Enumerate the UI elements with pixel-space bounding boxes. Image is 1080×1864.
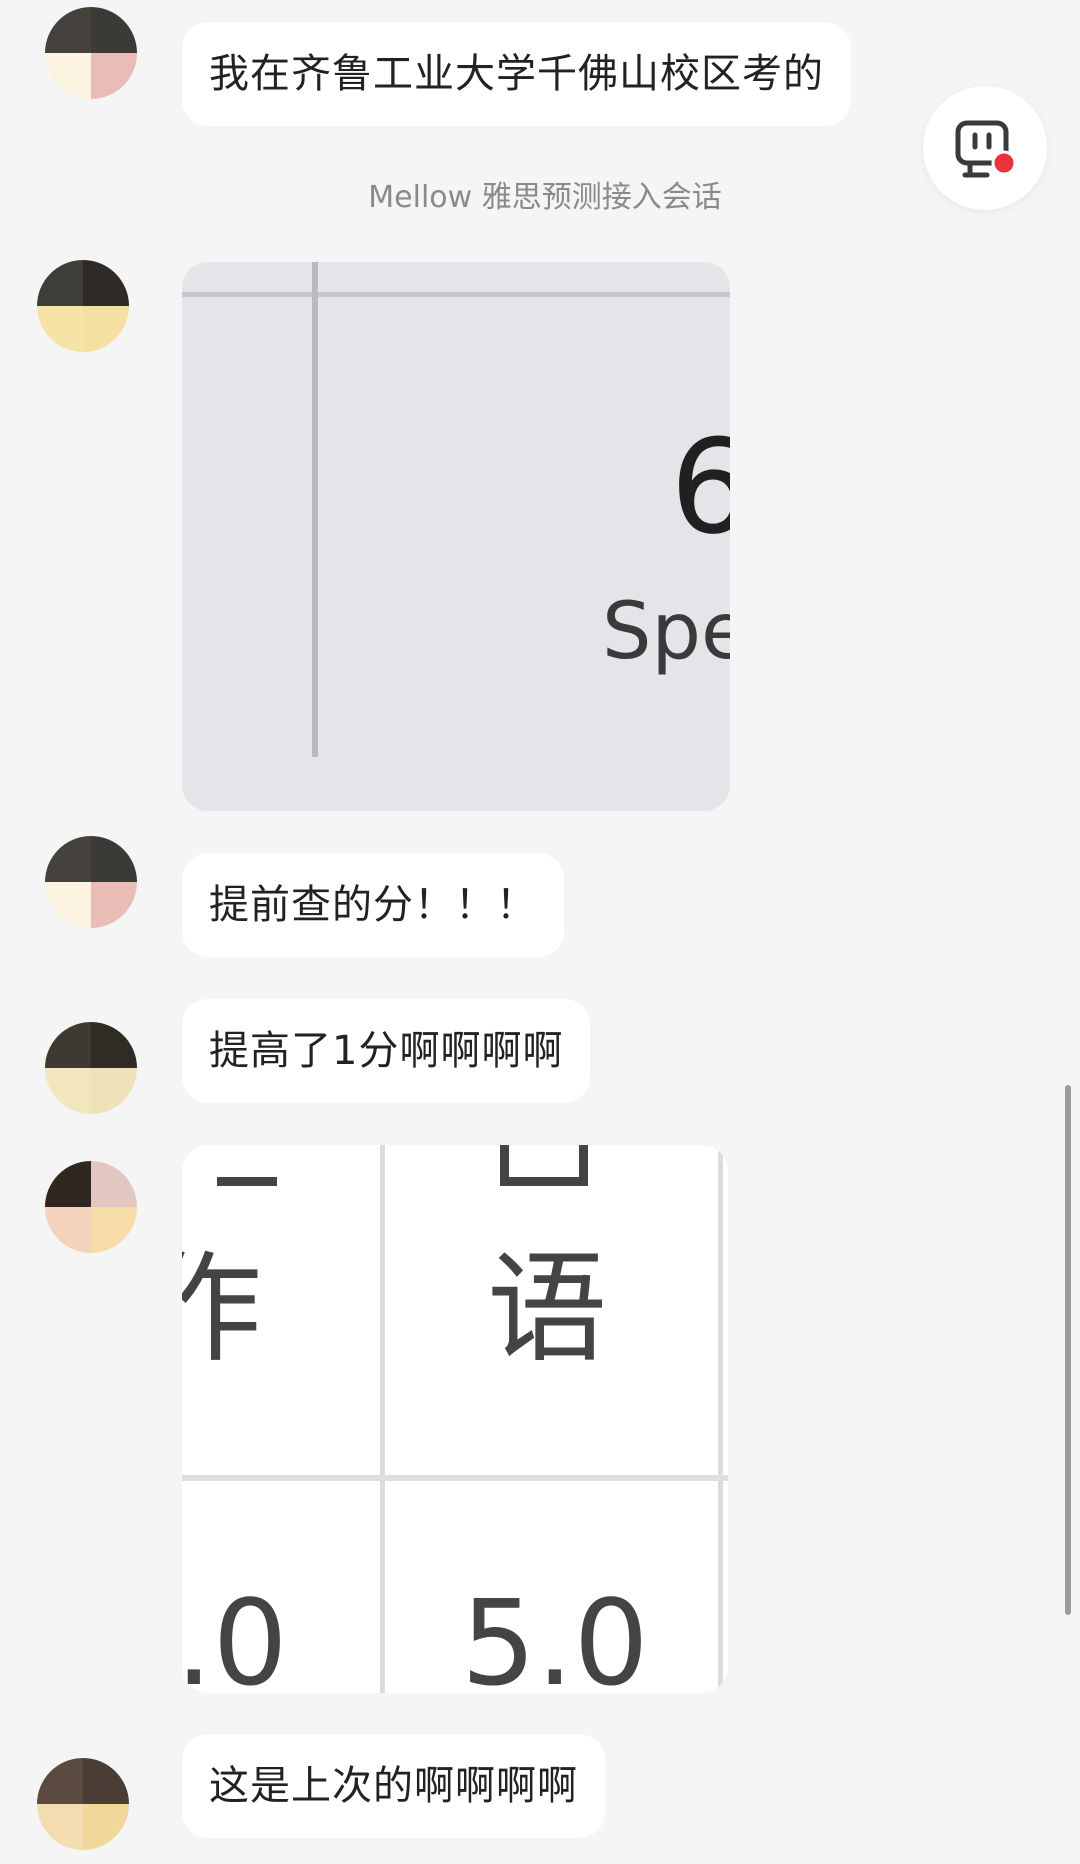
avatar-tile [91,836,137,882]
avatar[interactable] [45,1022,137,1114]
avatar-tile [45,53,91,99]
scrollbar[interactable] [1065,1085,1071,1615]
table-cell-text: 语 [487,1240,607,1379]
grid-line [718,1145,723,1693]
avatar[interactable] [45,1161,137,1253]
avatar-tile [37,260,83,306]
avatar-tile [45,1068,91,1114]
message-bubble[interactable]: 提高了1分啊啊啊啊 [182,999,591,1103]
cell-fragment [500,1145,588,1186]
message-bubble[interactable]: 这是上次的啊啊啊啊 [182,1734,605,1838]
avatar-tile [83,260,129,306]
avatar-tile [83,306,129,352]
notification-dot [991,150,1017,176]
avatar-tile [91,1068,137,1114]
avatar-tile [91,1161,137,1207]
avatar-tile [83,1758,129,1804]
avatar[interactable] [45,7,137,99]
message-bubble[interactable]: 提前查的分！！！ [182,853,564,957]
message-bubble[interactable]: 我在齐鲁工业大学千佛山校区考的 [182,22,851,126]
grid-line [182,292,730,297]
system-notice: Mellow 雅思预测接入会话 [368,180,722,215]
avatar-tile [91,53,137,99]
table-cell-value: 5.0 [461,1574,649,1693]
avatar-tile [91,7,137,53]
avatar[interactable] [37,260,129,352]
avatar-tile [37,306,83,352]
avatar-tile [45,836,91,882]
avatar-tile [83,1804,129,1850]
table-cell-value: 5.0 [182,1574,288,1693]
grid-line [380,1145,385,1693]
score-digit: 6 [670,411,730,563]
table-cell-text: 作 [182,1240,262,1379]
avatar-tile [45,1022,91,1068]
cell-fragment [217,1145,277,1186]
score-label: Spe [602,587,730,677]
avatar[interactable] [45,836,137,928]
avatar-tile [45,7,91,53]
avatar-tile [45,1207,91,1253]
image-message[interactable]: 6 Spe [182,262,730,811]
avatar-tile [91,1022,137,1068]
avatar-tile [37,1804,83,1850]
avatar-tile [91,882,137,928]
avatar-tile [45,1161,91,1207]
avatar-tile [91,1207,137,1253]
avatar-tile [37,1758,83,1804]
grid-line [312,262,318,757]
avatar[interactable] [37,1758,129,1850]
image-message[interactable]: 作 语 5.0 5.0 [182,1145,728,1693]
grid-line [182,1475,728,1481]
avatar-tile [45,882,91,928]
